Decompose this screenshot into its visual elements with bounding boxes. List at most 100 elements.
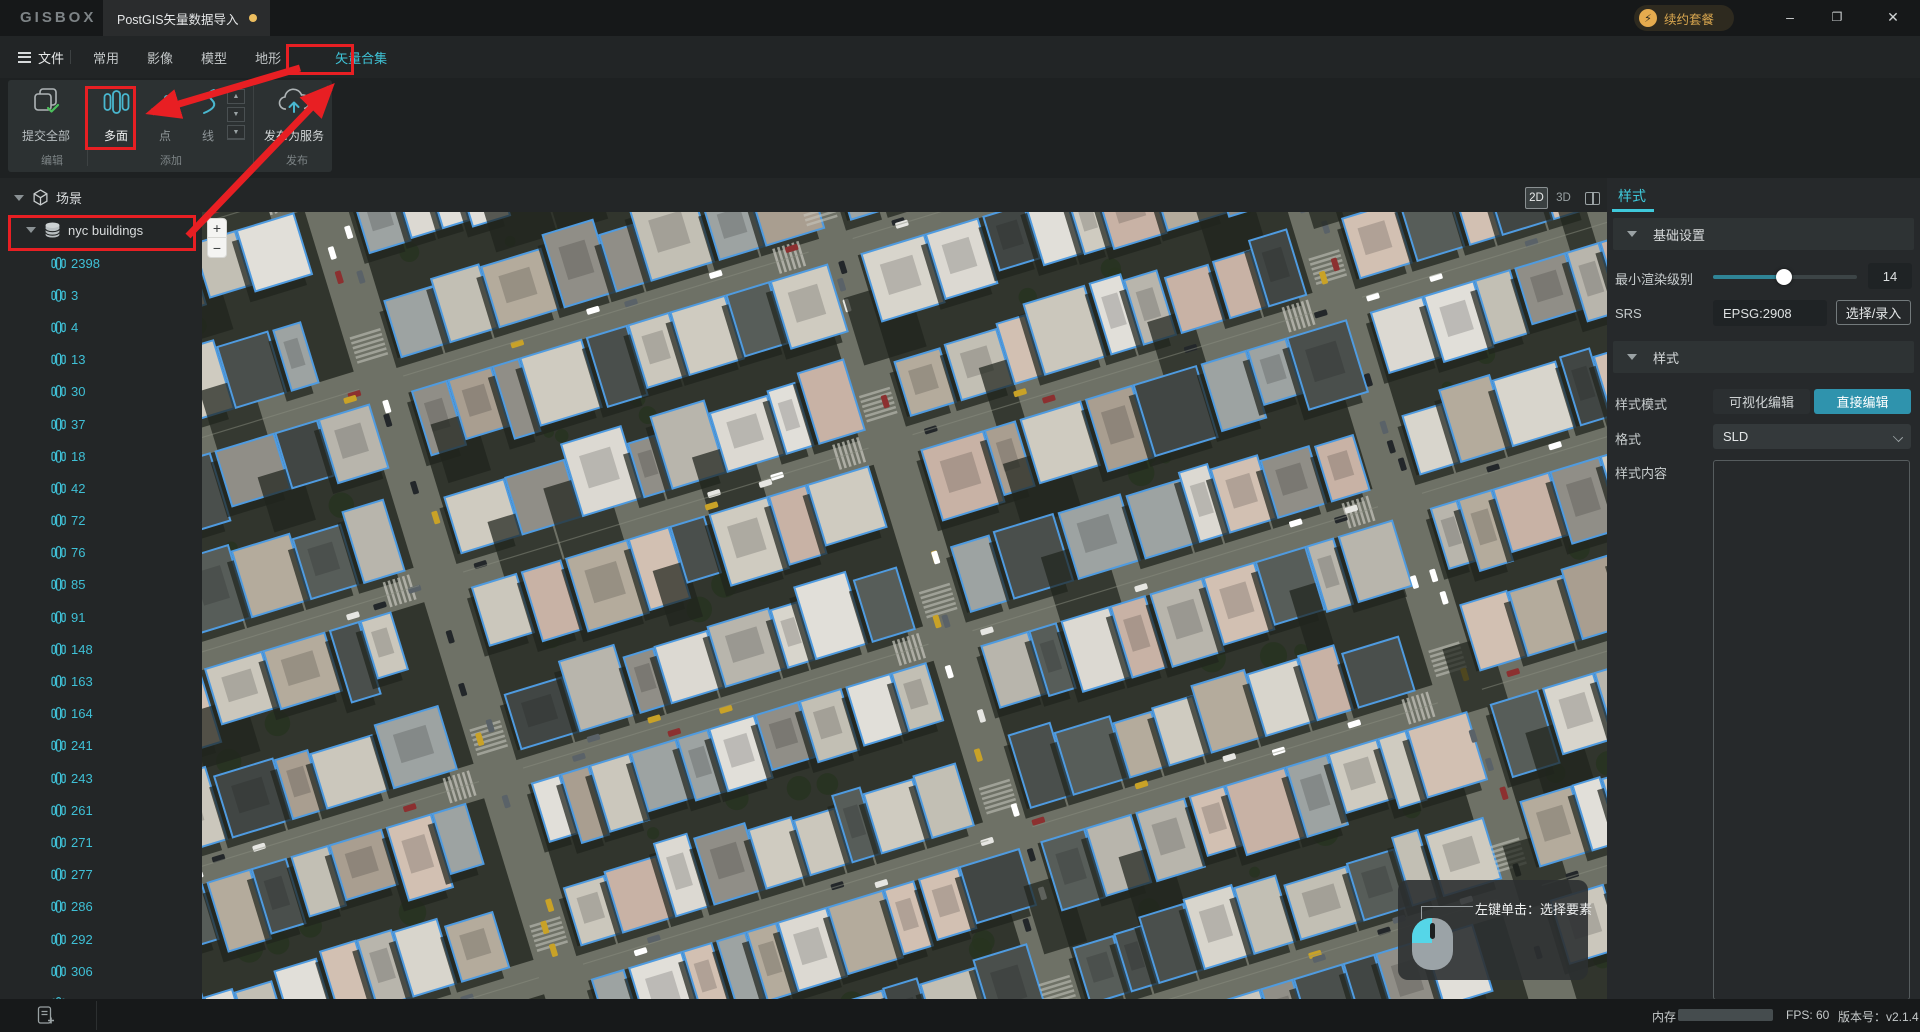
feature-item[interactable]: 241 [0, 730, 202, 762]
unsaved-dot-icon [248, 14, 257, 22]
section-basic-settings[interactable]: 基础设置 [1613, 218, 1914, 250]
style-content-textarea[interactable] [1713, 460, 1910, 1000]
spinner-expand-button[interactable]: ▼ [227, 125, 245, 140]
feature-item[interactable]: 85 [0, 569, 202, 601]
visual-edit-button[interactable]: 可视化编辑 [1713, 389, 1810, 414]
feature-item[interactable]: 91 [0, 601, 202, 633]
feature-item[interactable]: 2398 [0, 247, 202, 279]
map-canvas[interactable] [202, 212, 1607, 999]
menu-terrain[interactable]: 地形 [255, 48, 281, 67]
feature-item[interactable]: 13 [0, 344, 202, 376]
feature-item[interactable]: 18 [0, 440, 202, 472]
tree-node-layer[interactable]: nyc buildings [26, 221, 143, 239]
tree-node-scene[interactable]: 场景 [14, 188, 82, 207]
slider-thumb[interactable] [1776, 269, 1792, 285]
tooltip-text: 左键单击：选择要素 [1475, 902, 1593, 917]
renew-plan-button[interactable]: ⚡ 续约套餐 [1634, 5, 1734, 31]
feature-item[interactable]: 306 [0, 955, 202, 987]
menu-imagery[interactable]: 影像 [147, 48, 173, 67]
feature-item[interactable]: 163 [0, 665, 202, 697]
zoom-out-button[interactable]: − [207, 238, 227, 258]
feature-item[interactable]: 76 [0, 537, 202, 569]
multipolygon-icon [51, 288, 66, 303]
collapse-arrow-icon[interactable] [14, 194, 24, 201]
multipolygon-icon [51, 352, 66, 367]
srs-pick-button[interactable]: 选择/录入 [1836, 300, 1911, 325]
style-panel: 样式 基础设置 最小渲染级别 14 SRS EPSG:2908 选择/录入 样式… [1607, 178, 1920, 1000]
polygon-button[interactable]: 多面 [100, 86, 132, 144]
spinner-up-button[interactable]: ▲ [227, 89, 245, 104]
scene-label: 场景 [56, 191, 83, 206]
menu-vector-collection[interactable]: 矢量合集 [335, 48, 387, 67]
feature-item[interactable]: 307 [0, 987, 202, 999]
multipolygon-icon [51, 513, 66, 528]
multipolygon-icon [51, 545, 66, 560]
minimize-button[interactable]: – [1770, 0, 1810, 34]
section-style[interactable]: 样式 [1613, 341, 1914, 373]
style-mode-label: 样式模式 [1615, 397, 1668, 412]
min-render-value[interactable]: 14 [1868, 263, 1912, 289]
feature-item[interactable]: 148 [0, 633, 202, 665]
app-logo: GISBOX [20, 9, 97, 26]
view-2d-button[interactable]: 2D [1525, 187, 1548, 209]
multipolygon-icon [51, 481, 66, 496]
format-select[interactable]: SLD [1713, 424, 1911, 449]
multipolygon-icon [51, 803, 66, 818]
split-view-button[interactable] [1581, 187, 1603, 209]
feature-item[interactable]: 72 [0, 505, 202, 537]
srs-input[interactable]: EPSG:2908 [1713, 300, 1827, 326]
multipolygon-icon [51, 674, 66, 689]
menu-model[interactable]: 模型 [201, 48, 227, 67]
title-bar: GISBOX PostGIS矢量数据导入 ⚡ 续约套餐 – ❐ ✕ [0, 0, 1920, 36]
feature-item[interactable]: 277 [0, 859, 202, 891]
publish-service-button[interactable]: 发布为服务 [264, 86, 324, 144]
add-document-icon[interactable] [36, 1005, 56, 1029]
direct-edit-button[interactable]: 直接编辑 [1814, 389, 1911, 414]
feature-item[interactable]: 164 [0, 698, 202, 730]
feature-item[interactable]: 42 [0, 472, 202, 504]
tab-style[interactable]: 样式 [1618, 186, 1646, 206]
multipolygon-icon [51, 835, 66, 850]
group-label-publish: 发布 [286, 155, 308, 167]
hamburger-icon [18, 49, 31, 65]
line-button[interactable]: 线 [194, 86, 222, 144]
menu-file[interactable]: 文件 [18, 48, 64, 67]
feature-item[interactable]: 271 [0, 826, 202, 858]
slider-fill [1713, 275, 1784, 279]
menu-separator [70, 50, 72, 64]
zoom-in-button[interactable]: + [207, 218, 227, 238]
memory-label: 内存 [1652, 1010, 1677, 1024]
view-3d-button[interactable]: 3D [1552, 187, 1575, 209]
feature-item[interactable]: 261 [0, 794, 202, 826]
status-bar: 内存 FPS: 60 版本号：v2.1.4 [0, 999, 1920, 1032]
database-icon [44, 221, 61, 239]
group-separator [87, 86, 88, 166]
srs-label: SRS [1615, 306, 1642, 321]
spinner-down-button[interactable]: ▼ [227, 107, 245, 122]
feature-item[interactable]: 30 [0, 376, 202, 408]
feature-item[interactable]: 4 [0, 311, 202, 343]
style-content-label: 样式内容 [1615, 466, 1668, 481]
min-render-slider[interactable] [1713, 269, 1857, 285]
feature-item[interactable]: 286 [0, 891, 202, 923]
menu-regular[interactable]: 常用 [93, 48, 119, 67]
feature-item[interactable]: 3 [0, 279, 202, 311]
multipolygon-icon [51, 384, 66, 399]
app-window: GISBOX PostGIS矢量数据导入 ⚡ 续约套餐 – ❐ ✕ 文件 常用 … [0, 0, 1920, 1032]
min-render-label: 最小渲染级别 [1615, 272, 1694, 287]
collapse-arrow-icon [1627, 354, 1637, 360]
statusbar-separator [96, 1001, 97, 1030]
multipolygon-icon [51, 610, 66, 625]
document-tab[interactable]: PostGIS矢量数据导入 [103, 0, 270, 36]
feature-item[interactable]: 243 [0, 762, 202, 794]
feature-item[interactable]: 37 [0, 408, 202, 440]
submit-all-button[interactable]: 提交全部 [22, 86, 70, 144]
cloud-upload-icon [276, 86, 312, 123]
group-label-add: 添加 [160, 155, 182, 167]
maximize-button[interactable]: ❐ [1817, 0, 1857, 34]
close-button[interactable]: ✕ [1873, 0, 1913, 34]
point-button[interactable]: 点 [152, 86, 178, 144]
collapse-arrow-icon[interactable] [26, 227, 36, 233]
feature-item[interactable]: 292 [0, 923, 202, 955]
collapse-arrow-icon [1627, 231, 1637, 237]
